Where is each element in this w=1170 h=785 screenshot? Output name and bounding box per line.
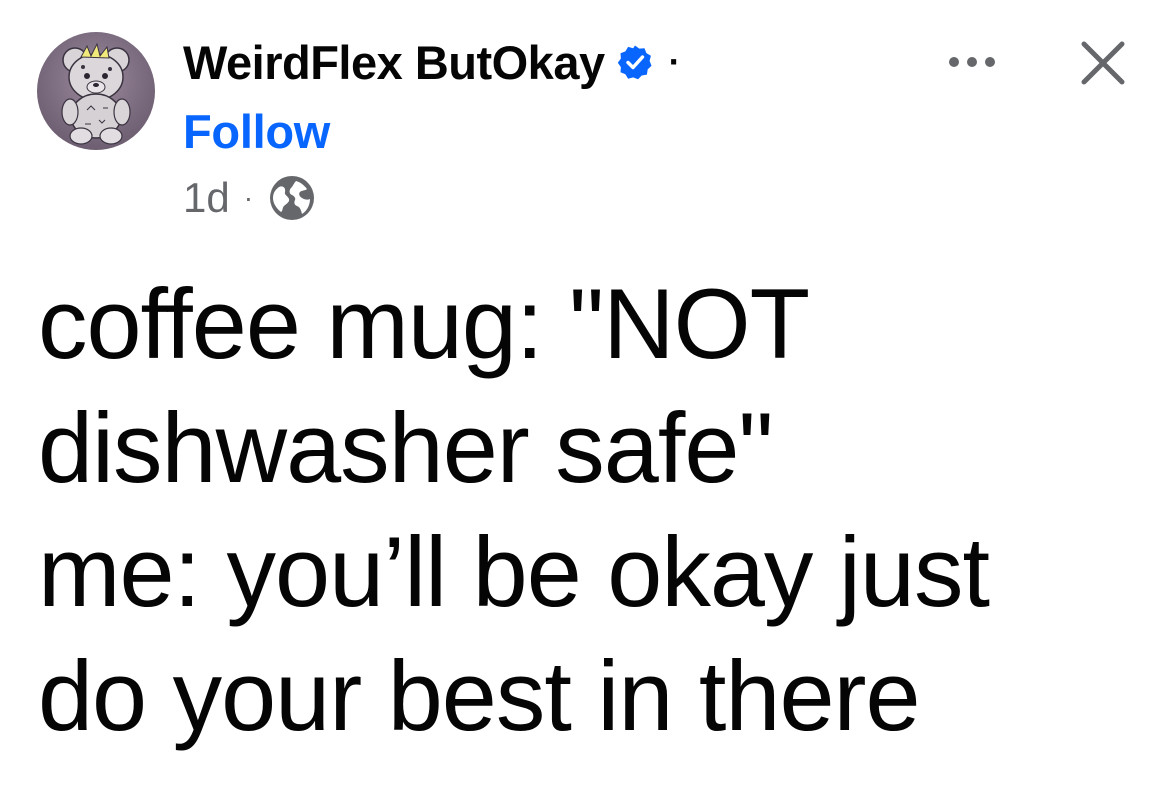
post-text: coffee mug: "NOT dishwasher safe" me: yo…	[38, 262, 1138, 758]
globe-icon[interactable]	[267, 173, 317, 223]
post-card: WeirdFlex ButOkay · Follow 1d · coffee m…	[0, 0, 1170, 785]
post-timestamp[interactable]: 1d	[183, 177, 230, 219]
author-name[interactable]: WeirdFlex ButOkay	[183, 39, 605, 86]
follow-button[interactable]: Follow	[183, 108, 330, 155]
post-text-line: dishwasher safe"	[38, 392, 774, 503]
post-text-line: me: you’ll be okay just	[38, 516, 990, 627]
close-icon[interactable]	[1078, 38, 1128, 88]
header-separator: ·	[668, 41, 681, 82]
author-avatar[interactable]	[37, 32, 155, 150]
post-meta: 1d ·	[183, 172, 317, 224]
verified-badge-icon	[617, 44, 653, 80]
teddy-bear-avatar-icon	[61, 42, 131, 145]
post-text-line: coffee mug: "NOT	[38, 268, 810, 379]
meta-separator: ·	[243, 182, 254, 213]
header-name-row: WeirdFlex ButOkay ·	[183, 32, 681, 92]
post-text-line: do your best in there	[38, 640, 921, 751]
more-options-icon[interactable]	[944, 44, 1000, 80]
